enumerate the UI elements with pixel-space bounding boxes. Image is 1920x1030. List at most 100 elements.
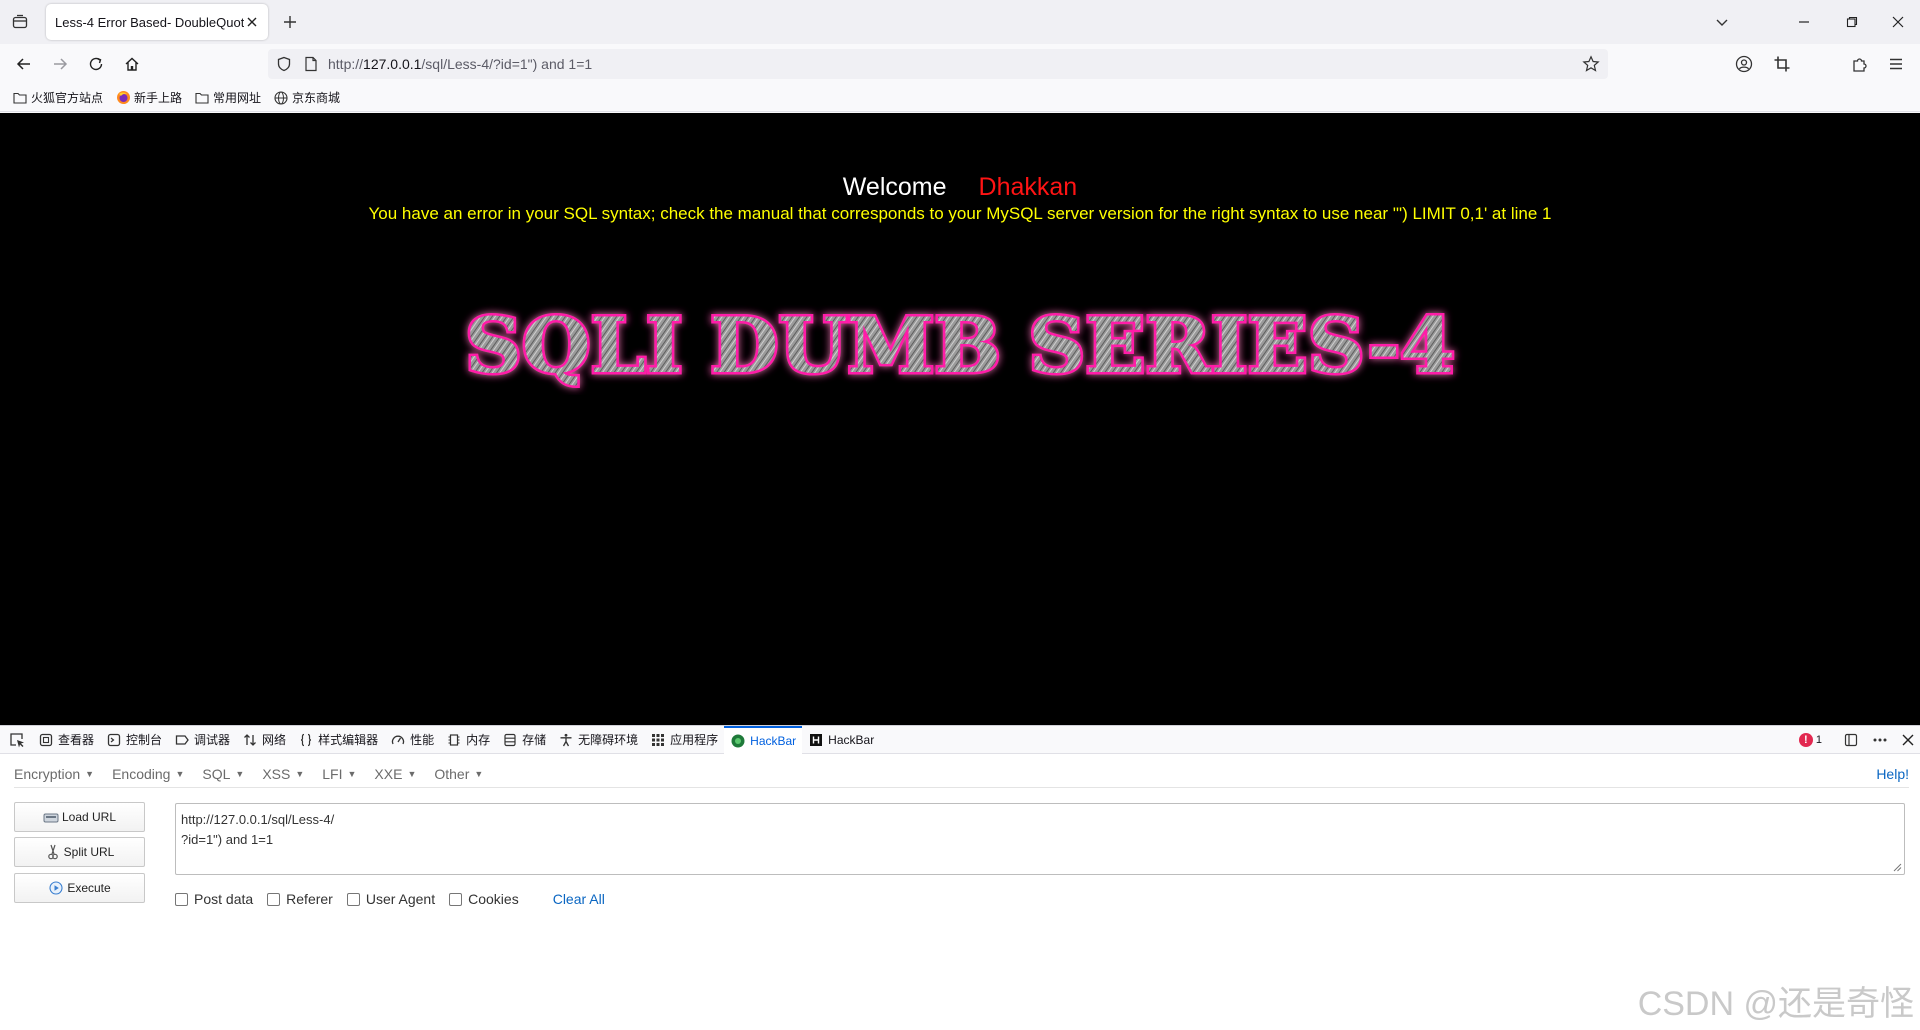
dock-side-icon[interactable] xyxy=(1844,733,1858,747)
url-text[interactable]: http://127.0.0.1/sql/Less-4/?id=1") and … xyxy=(328,56,592,72)
welcome-name: Dhakkan xyxy=(978,173,1078,201)
devtools-tab-application[interactable]: 应用程序 xyxy=(644,726,724,754)
devtools-tab-style-editor[interactable]: 样式编辑器 xyxy=(292,726,384,754)
devtools-tab-label: 性能 xyxy=(410,733,435,747)
hackbar-menu-other[interactable]: Other ▼ xyxy=(434,766,483,782)
hackbar-menu-xxe[interactable]: XXE ▼ xyxy=(374,766,416,782)
tab-list-icon[interactable] xyxy=(8,10,32,34)
caret-down-icon: ▼ xyxy=(85,768,95,779)
devtools-tab-console[interactable]: 控制台 xyxy=(100,726,168,754)
bookmark-label: 常用网址 xyxy=(213,91,262,105)
application-icon xyxy=(650,732,666,748)
debugger-icon xyxy=(174,732,190,748)
web-page: Welcome Dhakkan You have an error in your… xyxy=(0,113,1920,725)
back-icon[interactable] xyxy=(10,50,38,78)
caret-down-icon: ▼ xyxy=(235,768,245,779)
hackbar-options: Post data Referer User Agent Cookies Cle… xyxy=(175,888,605,910)
hackbar-green-icon xyxy=(730,733,746,749)
menu-label: XXE xyxy=(374,765,403,782)
checkbox-box[interactable] xyxy=(346,892,360,906)
hackbar-menu-encoding[interactable]: Encoding ▼ xyxy=(112,766,184,782)
split-url-button[interactable]: Split URL xyxy=(14,837,145,867)
folder-icon xyxy=(194,90,210,106)
extensions-puzzle-icon[interactable] xyxy=(1846,50,1874,78)
devtools-tab-hackbar[interactable]: HackBar xyxy=(802,726,880,754)
devtools-tab-memory[interactable]: 内存 xyxy=(440,726,496,754)
close-window-icon[interactable] xyxy=(1884,8,1912,36)
hackbar-menu-lfi[interactable]: LFI ▼ xyxy=(322,766,356,782)
bookmark-item[interactable]: 新手上路 xyxy=(115,89,182,106)
devtools-tab-accessibility[interactable]: 无障碍环境 xyxy=(552,726,644,754)
restore-icon[interactable] xyxy=(1838,8,1866,36)
devtools-tab-label: 样式编辑器 xyxy=(318,733,379,747)
devtools-tab-network[interactable]: 网络 xyxy=(236,726,292,754)
new-tab-icon[interactable] xyxy=(278,10,302,34)
home-icon[interactable] xyxy=(118,50,146,78)
checkbox-box[interactable] xyxy=(267,892,281,906)
element-picker-icon[interactable] xyxy=(8,731,26,749)
referer-checkbox[interactable]: Referer xyxy=(267,891,333,907)
bookmarks-toolbar: 火狐官方站点 新手上路 常用网址 京东商城 xyxy=(0,84,1920,112)
app-menu-hamburger-icon[interactable] xyxy=(1882,50,1910,78)
bookmark-item[interactable]: 常用网址 xyxy=(194,89,261,106)
bookmark-label: 京东商城 xyxy=(292,91,341,105)
devtools-tab-debugger[interactable]: 调试器 xyxy=(168,726,236,754)
load-url-button[interactable]: Load URL xyxy=(14,802,145,832)
devtools-tab-storage[interactable]: 存储 xyxy=(496,726,552,754)
devtools-error-count[interactable]: ! 1 xyxy=(1785,733,1822,747)
bookmark-label: 新手上路 xyxy=(134,91,183,105)
close-tab-icon[interactable] xyxy=(244,14,260,30)
devtools-tab-inspector[interactable]: 查看器 xyxy=(32,726,100,754)
address-bar[interactable]: http://127.0.0.1/sql/Less-4/?id=1") and … xyxy=(268,49,1608,79)
devtools-tab-label: 存储 xyxy=(522,733,547,747)
devtools-tab-hackbar-active[interactable]: HackBar xyxy=(724,725,803,754)
devtools-tab-label: 内存 xyxy=(466,733,491,747)
checkbox-label: Cookies xyxy=(468,891,519,907)
url-line-2: ?id=1") and 1=1 xyxy=(181,832,274,847)
bookmark-item[interactable]: 京东商城 xyxy=(273,89,340,106)
execute-button[interactable]: Execute xyxy=(14,873,145,903)
page-info-icon[interactable] xyxy=(304,56,318,72)
menu-label: Other xyxy=(434,765,470,782)
post-data-checkbox[interactable]: Post data xyxy=(175,891,253,907)
hackbar-url-textarea[interactable]: http://127.0.0.1/sql/Less-4/ ?id=1") and… xyxy=(175,803,1905,875)
bookmark-item[interactable]: 火狐官方站点 xyxy=(12,89,103,106)
resize-grip-icon[interactable] xyxy=(1892,862,1902,872)
cookies-checkbox[interactable]: Cookies xyxy=(449,891,519,907)
checkbox-label: User Agent xyxy=(365,891,436,907)
memory-icon xyxy=(446,732,462,748)
checkbox-box[interactable] xyxy=(449,892,463,906)
caret-down-icon: ▼ xyxy=(407,768,417,779)
checkbox-label: Referer xyxy=(286,891,333,907)
devtools-tab-performance[interactable]: 性能 xyxy=(384,726,440,754)
menu-label: LFI xyxy=(322,765,343,782)
devtools-tab-bar: 查看器 控制台 调试器 网络 样式编辑器 性能 内存 存储 无障碍环境 应用程序… xyxy=(0,725,1920,754)
hackbar-menu-encryption[interactable]: Encryption ▼ xyxy=(14,766,94,782)
clear-all-link[interactable]: Clear All xyxy=(553,891,605,907)
account-icon[interactable] xyxy=(1730,50,1758,78)
screenshot-crop-icon[interactable] xyxy=(1768,50,1796,78)
split-url-scissors-icon xyxy=(45,844,61,860)
inspector-icon xyxy=(38,732,54,748)
menu-label: SQL xyxy=(202,765,231,782)
banner-text: SQLI DUMB SERIES-4 xyxy=(465,301,1455,390)
hackbar-help-link[interactable]: Help! xyxy=(1876,766,1909,782)
tab-overflow-chevron-icon[interactable] xyxy=(1708,8,1736,36)
user-agent-checkbox[interactable]: User Agent xyxy=(346,891,436,907)
minimize-icon[interactable] xyxy=(1790,8,1818,36)
network-icon xyxy=(242,732,258,748)
browser-tab[interactable]: Less-4 Error Based- DoubleQuotes xyxy=(46,4,268,40)
bookmark-star-icon[interactable] xyxy=(1582,55,1600,73)
close-devtools-icon[interactable] xyxy=(1902,734,1914,746)
reload-icon[interactable] xyxy=(82,50,110,78)
hackbar-menu-xss[interactable]: XSS ▼ xyxy=(262,766,304,782)
tracking-protection-shield-icon[interactable] xyxy=(276,56,292,72)
devtools-tab-label: 网络 xyxy=(262,733,287,747)
caret-down-icon: ▼ xyxy=(295,768,305,779)
forward-icon[interactable] xyxy=(46,50,74,78)
hackbar-black-icon xyxy=(808,732,824,748)
checkbox-box[interactable] xyxy=(175,892,188,906)
style-editor-icon xyxy=(298,732,314,748)
hackbar-menu-sql[interactable]: SQL ▼ xyxy=(202,766,244,782)
more-options-icon[interactable] xyxy=(1872,733,1888,747)
